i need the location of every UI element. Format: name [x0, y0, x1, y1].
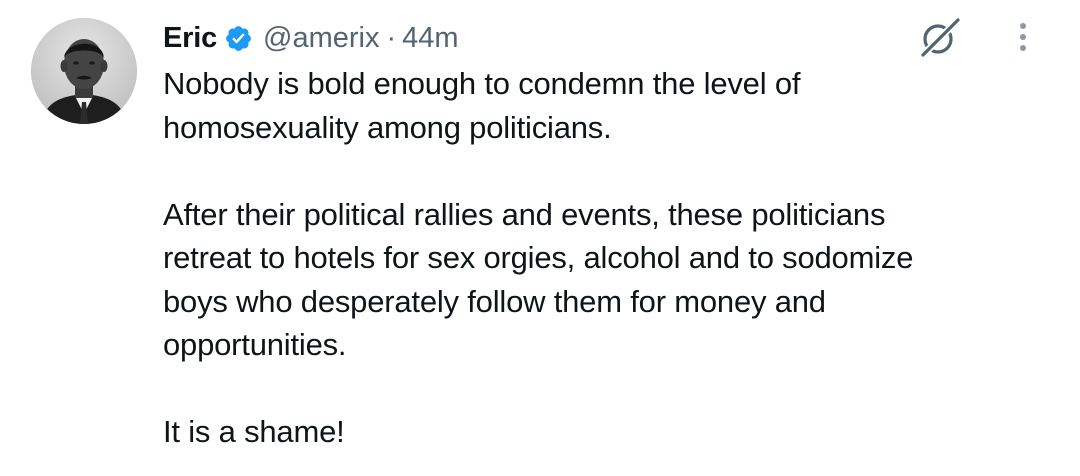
grok-icon[interactable] [914, 14, 966, 62]
tweet-header: Eric @amerix · 44m [163, 16, 459, 60]
author-name[interactable]: Eric [163, 22, 217, 55]
verified-badge-icon[interactable] [224, 24, 253, 53]
text-line: retreat to hotels for sex orgies, alcoho… [163, 240, 914, 275]
text-line: homosexuality among politicians. [163, 109, 612, 145]
text-line: boys who desperately follow them for mon… [163, 283, 826, 319]
text-line: Nobody is bold enough to condemn the lev… [163, 66, 801, 101]
avatar[interactable] [31, 18, 137, 124]
avatar-image [31, 18, 137, 124]
tweet-paragraph: After their political rallies and events… [163, 193, 1063, 367]
more-options-icon[interactable] [1011, 18, 1035, 58]
header-separator: · [386, 21, 397, 54]
tweet[interactable]: Eric @amerix · 44m Nobody is bold enough… [0, 0, 1080, 476]
tweet-timestamp[interactable]: 44m [402, 22, 458, 55]
text-line: After their political rallies and events… [163, 196, 886, 232]
tweet-text: Nobody is bold enough to condemn the lev… [163, 62, 1063, 454]
text-line: It is a shame! [163, 414, 345, 449]
tweet-paragraph: It is a shame! [163, 410, 1063, 454]
text-line: opportunities. [163, 327, 347, 362]
tweet-paragraph: Nobody is bold enough to condemn the lev… [163, 62, 1063, 149]
author-handle[interactable]: @amerix [263, 22, 379, 55]
